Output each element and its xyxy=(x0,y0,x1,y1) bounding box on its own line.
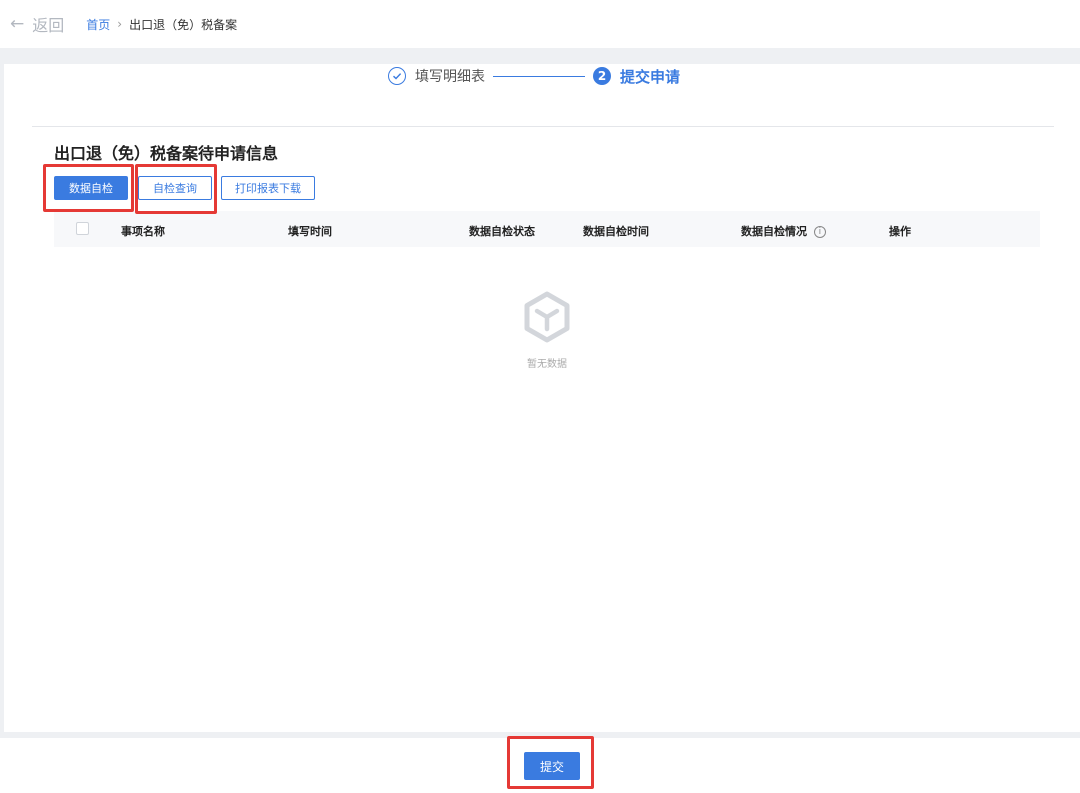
data-table: 事项名称 填写时间 数据自检状态 数据自检时间 数据自检情况 i 操作 暂无数据 xyxy=(54,211,1040,370)
column-header: 操作 xyxy=(889,225,911,238)
back-button[interactable]: ← 返回 xyxy=(10,12,64,36)
print-download-button[interactable]: 打印报表下载 xyxy=(221,176,315,200)
breadcrumb-home[interactable]: 首页 xyxy=(86,16,110,33)
divider xyxy=(32,126,1054,127)
column-header: 数据自检情况 xyxy=(741,225,807,238)
section-title: 出口退（免）税备案待申请信息 xyxy=(54,144,279,163)
table-header: 事项名称 填写时间 数据自检状态 数据自检时间 数据自检情况 i 操作 xyxy=(54,211,1040,247)
step-indicator: 填写明细表 2 提交申请 xyxy=(388,64,680,88)
chevron-right-icon: › xyxy=(117,17,123,31)
empty-box-icon xyxy=(523,291,571,343)
step-2-label: 提交申请 xyxy=(620,67,681,86)
breadcrumb: 首页 › 出口退（免）税备案 xyxy=(86,16,237,33)
highlight-box-submit xyxy=(507,736,594,789)
step-1-label: 填写明细表 xyxy=(415,69,485,85)
column-header: 填写时间 xyxy=(288,225,332,238)
back-label: 返回 xyxy=(32,16,65,35)
breadcrumb-current: 出口退（免）税备案 xyxy=(129,17,238,32)
check-circle-icon xyxy=(388,67,406,85)
empty-text: 暂无数据 xyxy=(527,359,567,370)
column-header: 数据自检时间 xyxy=(583,225,649,238)
column-header: 事项名称 xyxy=(121,225,165,238)
highlight-box-check-query xyxy=(135,164,217,214)
info-circle-icon[interactable]: i xyxy=(813,226,826,238)
column-header: 数据自检状态 xyxy=(469,225,535,238)
empty-state: 暂无数据 xyxy=(54,291,1040,370)
highlight-box-data-check xyxy=(43,164,134,212)
step-2-number: 2 xyxy=(593,67,611,85)
column-header-with-info: 数据自检情况 i xyxy=(741,223,826,239)
top-bar: ← 返回 首页 › 出口退（免）税备案 xyxy=(0,0,1080,48)
select-all-checkbox[interactable] xyxy=(76,222,89,235)
arrow-left-icon: ← xyxy=(10,14,25,34)
step-connector xyxy=(493,75,585,77)
